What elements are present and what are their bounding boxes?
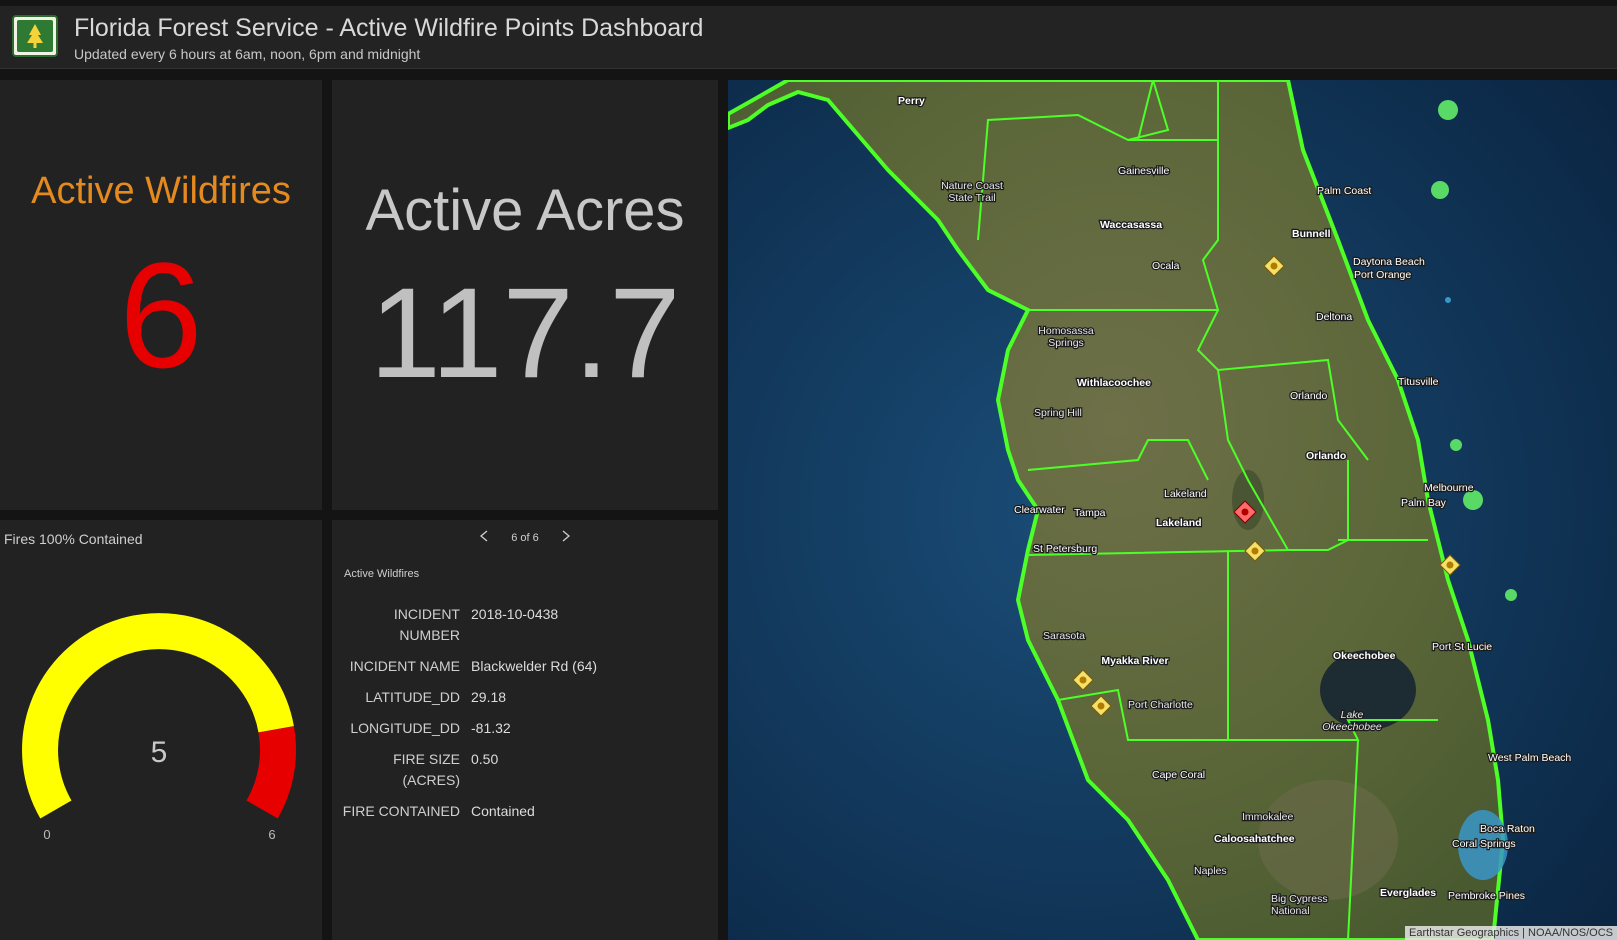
- map-label: Orlando: [1306, 450, 1346, 462]
- attribute-label: LONGITUDE_DD: [350, 720, 460, 736]
- wildfire-details-panel: 6 of 6 Active Wildfires INCIDENT NUMBER …: [332, 520, 718, 940]
- gauge-arc-filled: [22, 613, 294, 819]
- attribute-value: 29.18: [471, 689, 507, 705]
- page-subtitle: Updated every 6 hours at 6am, noon, 6pm …: [74, 46, 421, 62]
- attribute-label: INCIDENT NAME: [349, 658, 460, 674]
- active-acres-title: Active Acres: [365, 178, 685, 243]
- gauge-value: 5: [151, 736, 168, 769]
- map-label: Ocala: [1152, 260, 1180, 272]
- page-title: Florida Forest Service - Active Wildfire…: [74, 14, 704, 42]
- map-label: Nature Coast: [941, 180, 1003, 192]
- gauge-title: Fires 100% Contained: [4, 531, 143, 547]
- map-label: Everglades: [1380, 887, 1436, 899]
- map-label: Perry: [898, 95, 925, 107]
- map-label: Clearwater: [1014, 504, 1065, 516]
- chevron-left-icon: [480, 530, 488, 542]
- map-label: Deltona: [1316, 311, 1352, 323]
- map-label: Titusville: [1398, 376, 1439, 388]
- next-record-button[interactable]: [542, 530, 590, 545]
- attribute-row: LONGITUDE_DD -81.32: [342, 718, 597, 749]
- map-label: Port St Lucie: [1432, 641, 1492, 653]
- map-label: Myakka River: [1101, 655, 1168, 667]
- attribute-row: INCIDENT NUMBER 2018-10-0438: [342, 604, 597, 656]
- attribute-row: FIRE SIZE (ACRES) 0.50: [342, 749, 597, 801]
- attribute-value: 2018-10-0438: [471, 606, 559, 622]
- map-label: Immokalee: [1242, 811, 1294, 823]
- map-label: Sarasota: [1043, 630, 1085, 642]
- map-label: Waccasassa: [1100, 219, 1162, 231]
- map-label: Bunnell: [1292, 228, 1331, 240]
- attribute-value: -81.32: [471, 720, 511, 736]
- fire-icon: [1097, 702, 1105, 710]
- map-label: State Trail: [948, 192, 995, 204]
- details-pager: 6 of 6: [332, 530, 718, 545]
- record-counter: 6 of 6: [511, 531, 539, 544]
- map-label: Daytona Beach: [1353, 256, 1425, 268]
- map-label: Palm Bay: [1401, 497, 1447, 509]
- map-label: Caloosahatchee: [1214, 833, 1295, 845]
- fire-icon: [1241, 508, 1249, 516]
- previous-record-button[interactable]: [460, 530, 508, 545]
- attribute-label: FIRE CONTAINED: [342, 803, 460, 819]
- fire-icon: [1251, 547, 1259, 555]
- map-label: Lakeland: [1164, 488, 1207, 500]
- lake-okeechobee: [1320, 650, 1416, 730]
- attribute-value: Contained: [471, 803, 535, 819]
- attribute-row: INCIDENT NAME Blackwelder Rd (64): [342, 656, 597, 687]
- attribute-row: LATITUDE_DD 29.18: [342, 687, 597, 718]
- attribute-row: FIRE CONTAINED Contained: [342, 801, 597, 832]
- map-label: St Petersburg: [1033, 543, 1097, 555]
- map-label: Orlando: [1290, 390, 1328, 402]
- active-wildfires-panel: Active Wildfires 6: [0, 80, 322, 510]
- gauge-min-label: 0: [43, 827, 50, 842]
- fire-icon: [1079, 676, 1087, 684]
- active-wildfires-title: Active Wildfires: [31, 170, 291, 212]
- map-label: Melbourne: [1424, 482, 1474, 494]
- active-wildfires-count: 6: [119, 231, 203, 399]
- gauge-max-label: 6: [268, 827, 275, 842]
- containment-gauge-panel: Fires 100% Contained 5 0 6: [0, 520, 322, 940]
- map-canvas[interactable]: Perry Nature Coast State Trail Gainesvil…: [728, 80, 1617, 940]
- map-label: Spring Hill: [1034, 407, 1082, 419]
- map-label: Lake: [1341, 709, 1364, 721]
- attribute-label: INCIDENT NUMBER: [393, 606, 460, 643]
- attribute-value: 0.50: [471, 751, 499, 767]
- map-label: Big Cypress: [1271, 893, 1328, 905]
- wildfire-map[interactable]: Perry Nature Coast State Trail Gainesvil…: [728, 80, 1617, 940]
- containment-gauge: 5 0 6: [22, 613, 296, 842]
- details-layer-title: Active Wildfires: [344, 568, 420, 580]
- map-label: Cape Coral: [1152, 769, 1205, 781]
- map-label: Okeechobee: [1333, 650, 1396, 662]
- map-label: Port Charlotte: [1128, 699, 1193, 711]
- map-label: Withlacoochee: [1077, 377, 1151, 389]
- map-label: Tampa: [1074, 507, 1106, 519]
- gauge-arc-remaining: [246, 726, 296, 819]
- fire-icon: [1446, 561, 1454, 569]
- map-label: Port Orange: [1354, 269, 1411, 281]
- map-label: Okeechobee: [1322, 721, 1382, 733]
- map-label: Naples: [1194, 865, 1227, 877]
- map-label: Boca Raton: [1480, 823, 1535, 835]
- map-label: Springs: [1048, 337, 1084, 349]
- attribute-label: FIRE SIZE (ACRES): [393, 751, 460, 788]
- map-label: Coral Springs: [1452, 838, 1516, 850]
- chevron-right-icon: [562, 530, 570, 542]
- fire-icon: [1270, 262, 1278, 270]
- map-label: Gainesville: [1118, 165, 1170, 177]
- map-label: Pembroke Pines: [1448, 890, 1525, 902]
- attribute-value: Blackwelder Rd (64): [471, 658, 598, 674]
- map-label: National: [1271, 905, 1310, 917]
- map-label: Homosassa: [1038, 325, 1094, 337]
- attribute-label: LATITUDE_DD: [365, 689, 460, 705]
- map-label: West Palm Beach: [1488, 752, 1571, 764]
- map-label: Palm Coast: [1317, 185, 1371, 197]
- active-acres-value: 117.7: [369, 262, 681, 405]
- attribute-table: INCIDENT NUMBER 2018-10-0438 INCIDENT NA…: [342, 604, 597, 832]
- map-label: Lakeland: [1156, 517, 1202, 529]
- florida-forest-service-logo: [12, 15, 58, 57]
- map-attribution: Earthstar Geographics | NOAA/NOS/OCS: [1405, 926, 1617, 940]
- dashboard-header: Florida Forest Service - Active Wildfire…: [0, 6, 1617, 69]
- active-acres-panel: Active Acres 117.7: [332, 80, 718, 510]
